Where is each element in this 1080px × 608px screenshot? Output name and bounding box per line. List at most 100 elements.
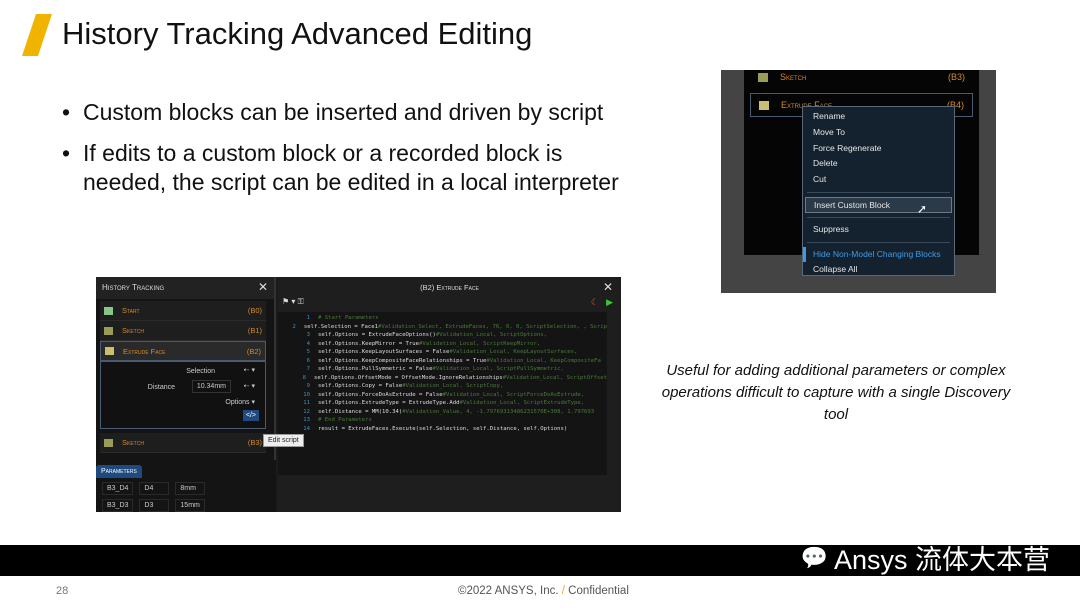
code-line: 6 self.Options.KeepCompositeFaceRelations… bbox=[278, 357, 607, 366]
code-editor[interactable]: 1 # Start Parameters 2 self.Selection = Fac… bbox=[278, 312, 607, 475]
row-label: Sketch bbox=[122, 326, 144, 335]
menu-item-collapse-all[interactable]: Collapse All bbox=[803, 262, 954, 278]
context-menu-screenshot: Sketch (B3) Extrude Face (B4) Rename Move … bbox=[721, 70, 996, 293]
discovery-screenshot: History Tracking ✕ Start (B0) Sketch (B1) E… bbox=[96, 277, 621, 512]
caption: Useful for adding additional parameters … bbox=[661, 362, 1011, 423]
code-line: 8 self.Options.OffsetMode = OffsetMode.Ig… bbox=[278, 374, 607, 383]
bullet-2: • If edits to a custom block or a recorde… bbox=[62, 140, 619, 195]
code-comment: #Validation_Local, ScriptCopy, bbox=[402, 383, 504, 389]
brush-icon bbox=[105, 347, 114, 355]
distance-input[interactable]: 10.34mm bbox=[191, 380, 231, 393]
code-comment: #Validation_Local, ScriptOffset bbox=[502, 374, 607, 381]
code-line: 7 self.Options.PullSymmetric = False #Val… bbox=[278, 365, 607, 374]
code-comment: #Validation_Local, ScriptExtrudeType, bbox=[459, 400, 585, 406]
row-id: (B2) bbox=[246, 346, 261, 356]
line-number: 4 bbox=[306, 340, 310, 347]
menu-item-hide-non-model-changing-blocks[interactable]: Hide Non-Model Changing Blocks bbox=[803, 246, 954, 263]
code-text: self.Options = ExtrudeFaceOptions() bbox=[318, 332, 436, 338]
code-text: self.Options.OffsetMode = OffsetMode.Ign… bbox=[314, 374, 503, 381]
slide-title: History Tracking Advanced Editing bbox=[62, 16, 533, 51]
code-comment: # End Parameters bbox=[318, 417, 372, 423]
brush-icon bbox=[759, 100, 769, 110]
flag-dropdown-icon[interactable]: ⚑ ▾ ⚿ bbox=[282, 297, 304, 307]
divider bbox=[807, 216, 950, 218]
line-number: 11 bbox=[303, 400, 310, 406]
menu-item-insert-custom-block[interactable]: Insert Custom Block bbox=[805, 196, 952, 213]
param-dim[interactable]: D3 bbox=[139, 499, 170, 512]
code-line: 3 self.Options = ExtrudeFaceOptions() #Va… bbox=[278, 331, 607, 340]
line-number: 6 bbox=[306, 357, 310, 364]
options-dropdown[interactable]: Options ▾ bbox=[225, 398, 255, 406]
sketch-icon bbox=[758, 72, 768, 82]
line-number: 8 bbox=[302, 374, 306, 381]
options-label: Options bbox=[225, 399, 250, 406]
distance-dropdown[interactable]: ⇠ ▾ bbox=[244, 382, 255, 390]
row-label: Extrude Face bbox=[123, 346, 166, 356]
code-line: 13 # End Parameters bbox=[278, 416, 607, 425]
selection-dropdown[interactable]: ⇠ ▾ bbox=[244, 366, 255, 374]
panel-title: History Tracking bbox=[102, 283, 165, 292]
close-icon[interactable]: ✕ bbox=[603, 280, 613, 294]
block-options: Selection ⇠ ▾ Distance 10.34mm ⇠ ▾ Optio… bbox=[100, 361, 266, 429]
param-row: B3_D4 D4 8mm bbox=[96, 482, 276, 495]
line-number: 3 bbox=[306, 332, 310, 338]
code-text: self.Options.ForceDoAsExtrude = False bbox=[318, 391, 443, 398]
selection-label: Selection bbox=[186, 368, 215, 375]
param-name: B3_D4 bbox=[102, 482, 134, 495]
menu-item-force-regenerate[interactable]: Force Regenerate bbox=[803, 141, 954, 157]
history-row-sketch[interactable]: Sketch (B1) bbox=[100, 321, 266, 341]
param-name: B3_D3 bbox=[102, 499, 134, 512]
code-text: self.Options.KeepCompositeFaceRelationsh… bbox=[318, 357, 487, 364]
line-number: 9 bbox=[306, 383, 310, 389]
code-line: 11 self.Options.ExtrudeType = ExtrudeType… bbox=[278, 399, 607, 408]
code-line: 12 self.Distance = MM(10.34) #Validation_… bbox=[278, 408, 607, 417]
history-row-start[interactable]: Start (B0) bbox=[100, 301, 266, 321]
code-text: self.Selection = Face1 bbox=[303, 323, 378, 330]
code-text: self.Options.Copy = False bbox=[318, 383, 403, 389]
menu-item-move-to[interactable]: Move To bbox=[803, 125, 954, 141]
debug-icon[interactable]: ☾ bbox=[591, 297, 599, 308]
param-row: B3_D3 D3 15mm bbox=[96, 499, 276, 512]
code-text: self.Options.ExtrudeType = ExtrudeType.A… bbox=[318, 400, 460, 406]
parameters-tab[interactable]: Parameters bbox=[96, 465, 142, 478]
param-value[interactable]: 15mm bbox=[175, 499, 206, 512]
row-id: (B3) bbox=[247, 438, 262, 447]
code-comment: #Validation_Local, ScriptForceDoAsExtrud… bbox=[442, 391, 585, 398]
code-comment: #Validation_Value, 4, -1.797693134862315… bbox=[402, 408, 595, 415]
menu-item-delete[interactable]: Delete bbox=[803, 156, 954, 172]
wechat-icon: 💬 bbox=[800, 544, 828, 570]
title-accent-slash bbox=[22, 14, 52, 56]
history-row-sketch-b3[interactable]: Sketch (B3) bbox=[100, 433, 266, 453]
line-number: 10 bbox=[303, 391, 310, 398]
distance-label: Distance bbox=[147, 384, 175, 391]
run-icon[interactable]: ▶ bbox=[606, 297, 613, 308]
line-number: 14 bbox=[303, 425, 310, 432]
code-text: result = ExtrudeFaces.Execute(self.Selec… bbox=[318, 425, 568, 432]
line-number: 12 bbox=[303, 408, 310, 415]
code-comment: #Validation_Local, ScriptKeepMirror, bbox=[419, 340, 541, 347]
watermark-text: Ansys 流体大本营 bbox=[833, 545, 1050, 575]
line-number: 2 bbox=[292, 323, 296, 330]
menu-item-rename[interactable]: Rename bbox=[803, 109, 954, 125]
code-line: 1 # Start Parameters bbox=[278, 314, 607, 323]
menu-item-suppress[interactable]: Suppress bbox=[803, 222, 954, 238]
code-line: 5 self.Options.KeepLayoutSurfaces = False… bbox=[278, 348, 607, 357]
param-dim[interactable]: D4 bbox=[139, 482, 170, 495]
confidential-label: Confidential bbox=[568, 585, 629, 597]
param-value[interactable]: 8mm bbox=[175, 482, 206, 495]
code-text: self.Options.PullSymmetric = False bbox=[318, 366, 433, 372]
close-icon[interactable]: ✕ bbox=[258, 280, 268, 294]
history-row-extrude-face[interactable]: Extrude Face (B2) bbox=[100, 341, 266, 361]
footer: ©2022 ANSYS, Inc. / Confidential bbox=[458, 585, 629, 597]
page-number: 28 bbox=[56, 585, 69, 597]
script-editor-panel: (B2) Extrude Face ✕ ⚑ ▾ ⚿ ☾ ▶ 1 # Start Para… bbox=[278, 277, 621, 512]
code-line: 2 self.Selection = Face1 #Validation_Sele… bbox=[278, 323, 607, 332]
parameters-panel: Parameters B3_D4 D4 8mm B3_D3 D3 15mm bbox=[96, 460, 276, 512]
script-title: (B2) Extrude Face bbox=[420, 283, 479, 292]
edit-script-icon[interactable]: </> bbox=[242, 410, 259, 421]
line-number: 7 bbox=[306, 366, 310, 372]
row-id: (B3) bbox=[947, 72, 965, 82]
menu-item-cut[interactable]: Cut bbox=[803, 172, 954, 188]
history-row-sketch[interactable]: Sketch (B3) bbox=[750, 65, 973, 89]
code-line: 9 self.Options.Copy = False #Validation_L… bbox=[278, 382, 607, 391]
